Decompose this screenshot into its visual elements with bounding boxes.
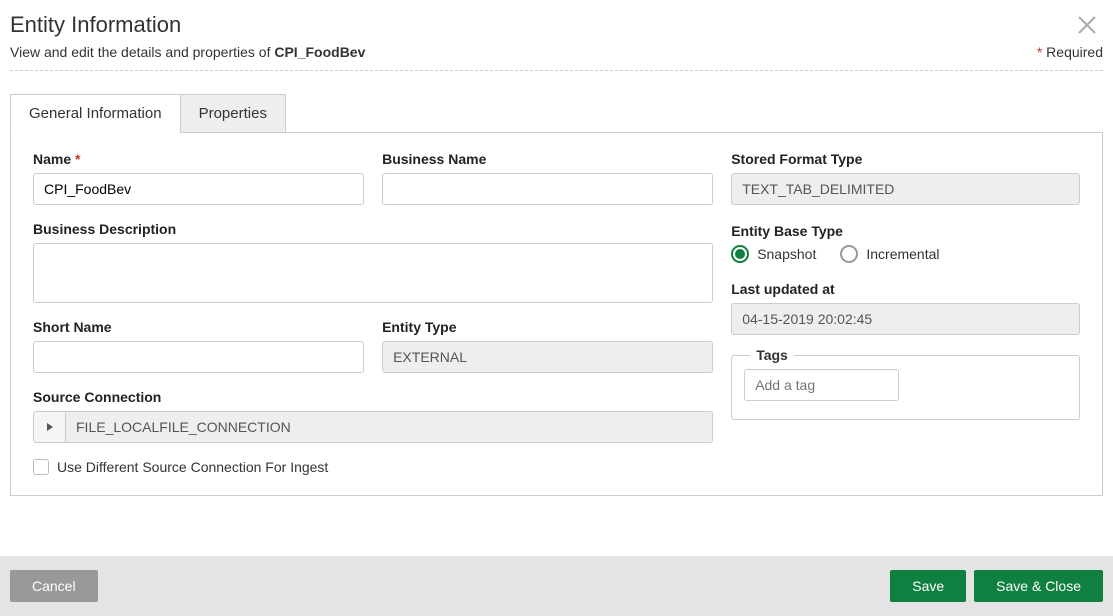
business-desc-label: Business Description <box>33 221 713 237</box>
short-name-label: Short Name <box>33 319 364 335</box>
entity-type-label: Entity Type <box>382 319 713 335</box>
dialog-footer: Cancel Save Save & Close <box>0 556 1113 616</box>
base-type-label: Entity Base Type <box>731 223 843 239</box>
close-icon[interactable] <box>1077 12 1103 40</box>
tag-input[interactable] <box>744 369 899 401</box>
source-conn-label: Source Connection <box>33 389 713 405</box>
general-info-panel: Name * Business Name Business Descriptio… <box>10 132 1103 496</box>
entity-type-value: EXTERNAL <box>382 341 713 373</box>
stored-format-label: Stored Format Type <box>731 151 1080 167</box>
triangle-right-icon <box>47 423 53 431</box>
name-input[interactable] <box>33 173 364 205</box>
source-conn-field: FILE_LOCALFILE_CONNECTION <box>33 411 713 443</box>
tags-fieldset: Tags <box>731 347 1080 420</box>
business-name-label: Business Name <box>382 151 713 167</box>
tabs: General Information Properties <box>10 93 1103 132</box>
stored-format-value: TEXT_TAB_DELIMITED <box>731 173 1080 205</box>
last-updated-value: 04-15-2019 20:02:45 <box>731 303 1080 335</box>
tab-properties[interactable]: Properties <box>181 94 286 133</box>
dialog-subtitle: View and edit the details and properties… <box>10 44 365 60</box>
tags-legend: Tags <box>750 347 794 363</box>
diff-source-checkbox[interactable] <box>33 459 49 475</box>
required-note: * Required <box>1037 44 1103 60</box>
last-updated-label: Last updated at <box>731 281 1080 297</box>
source-conn-value: FILE_LOCALFILE_CONNECTION <box>66 412 712 442</box>
source-conn-expand-button[interactable] <box>34 412 66 442</box>
business-name-input[interactable] <box>382 173 713 205</box>
diff-source-row: Use Different Source Connection For Inge… <box>33 459 713 475</box>
entity-info-dialog: Entity Information View and edit the det… <box>0 0 1113 496</box>
tab-general-information[interactable]: General Information <box>10 94 181 133</box>
radio-icon <box>731 245 749 263</box>
business-desc-input[interactable] <box>33 243 713 303</box>
radio-icon <box>840 245 858 263</box>
cancel-button[interactable]: Cancel <box>10 570 98 602</box>
short-name-input[interactable] <box>33 341 364 373</box>
dialog-header: Entity Information <box>10 12 1103 44</box>
radio-incremental[interactable]: Incremental <box>840 245 939 263</box>
subtitle-row: View and edit the details and properties… <box>10 44 1103 71</box>
radio-snapshot[interactable]: Snapshot <box>731 245 816 263</box>
diff-source-label: Use Different Source Connection For Inge… <box>57 459 328 475</box>
name-label: Name * <box>33 151 364 167</box>
base-type-radios: Snapshot Incremental <box>731 245 1080 263</box>
save-close-button[interactable]: Save & Close <box>974 570 1103 602</box>
save-button[interactable]: Save <box>890 570 966 602</box>
dialog-title: Entity Information <box>10 12 181 38</box>
